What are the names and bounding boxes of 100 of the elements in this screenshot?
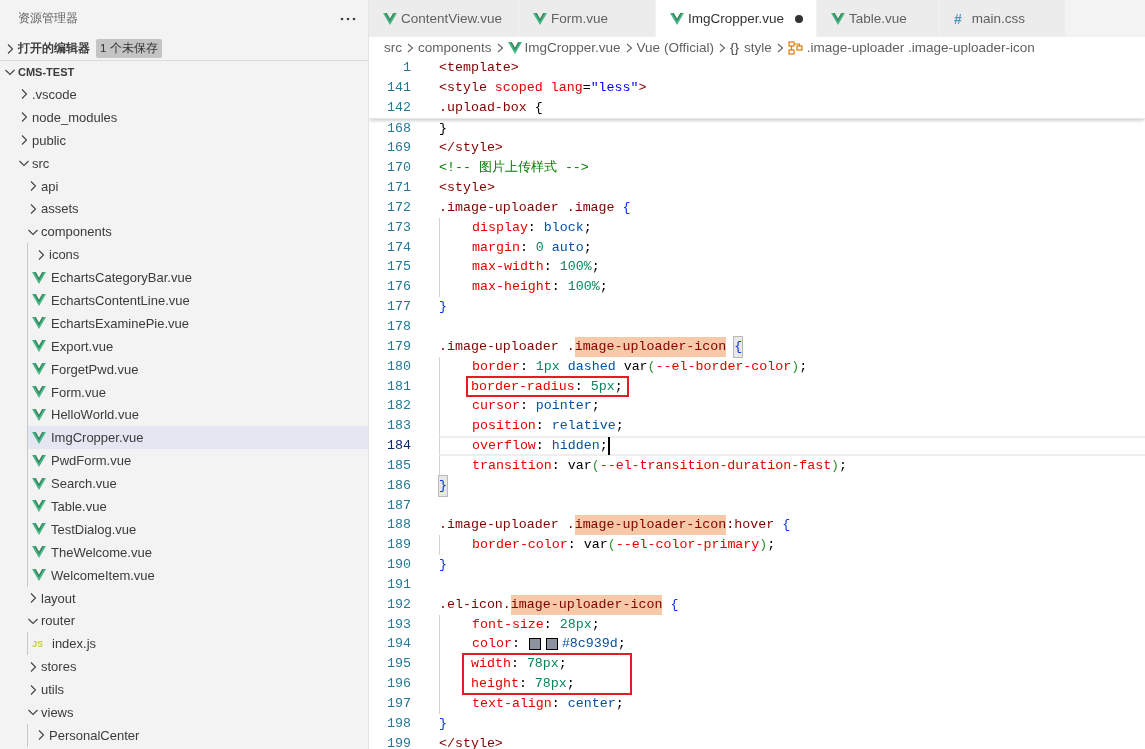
tree-file[interactable]: WelcomeItem.vue <box>28 563 368 587</box>
line-number: 195 <box>386 655 412 674</box>
breadcrumb-item[interactable]: ImgCropper.vue <box>507 40 621 55</box>
line-number: 176 <box>386 278 412 297</box>
tree-folder[interactable]: PersonalCenter <box>28 723 368 747</box>
line-number: 183 <box>386 417 412 436</box>
line-number: 141 <box>386 78 412 97</box>
tree-file[interactable]: EchartsExaminePie.vue <box>28 311 368 335</box>
unsaved-badge: 1 个未保存 <box>96 39 162 58</box>
tree-file[interactable]: TheWelcome.vue <box>28 540 368 564</box>
line-number: 186 <box>386 476 412 495</box>
tree-file[interactable]: TestDialog.vue <box>28 517 368 541</box>
code-line: } <box>439 475 1145 496</box>
tree-file[interactable]: EchartsContentLine.vue <box>28 289 368 312</box>
line-number: 192 <box>386 595 412 614</box>
tree-folder[interactable]: node_modules <box>0 105 368 129</box>
code-line: border-radius: 5px; <box>471 377 623 396</box>
v-shape-icon <box>32 546 46 559</box>
tree-folder[interactable]: components <box>1 220 368 244</box>
breadcrumb-item[interactable]: components <box>418 40 492 55</box>
v-shape-icon <box>831 12 845 25</box>
editor-tab[interactable]: Form.vue <box>519 0 655 37</box>
line-number: 190 <box>386 556 412 575</box>
project-folder[interactable]: CMS-TEST <box>18 66 75 78</box>
tree-file[interactable]: Form.vue <box>28 380 368 404</box>
tree-folder[interactable]: layout <box>1 586 368 610</box>
tree-file[interactable]: Search.vue <box>28 472 368 496</box>
line-number: 175 <box>386 258 412 277</box>
code-line: overflow: hidden; <box>439 436 1145 456</box>
v-shape-icon <box>32 294 46 307</box>
editor-tab[interactable]: ContentView.vue <box>369 0 518 37</box>
v-shape-icon <box>32 340 46 353</box>
editor-tab[interactable]: Table.vue <box>817 0 939 37</box>
code-line: margin: 0 auto; <box>439 237 1145 258</box>
code-line: } <box>439 714 448 733</box>
tree-folder[interactable]: src <box>0 151 368 175</box>
tree-file[interactable]: ImgCropper.vue <box>28 426 368 450</box>
code-line: display: block; <box>439 217 1145 238</box>
structure-icon <box>787 40 804 55</box>
code-line: </style> <box>439 139 504 158</box>
line-number: 198 <box>386 714 412 733</box>
v-shape-icon <box>507 41 522 54</box>
color-swatch[interactable] <box>545 638 558 651</box>
code-line: </style> <box>439 734 504 749</box>
line-number: 181 <box>386 377 412 396</box>
line-number: 196 <box>386 675 412 694</box>
line-number: 142 <box>386 98 412 117</box>
line-number: 172 <box>386 198 412 217</box>
tree-folder[interactable]: stores <box>1 655 368 679</box>
breadcrumb-item[interactable]: src <box>384 40 402 55</box>
tree-file[interactable]: Table.vue <box>28 495 368 518</box>
line-number: 170 <box>386 159 412 178</box>
line-number: 199 <box>386 734 412 749</box>
tree-file[interactable]: HelloWorld.vue <box>28 403 368 427</box>
v-shape-icon <box>32 569 46 582</box>
tree-folder[interactable]: assets <box>1 197 368 221</box>
tree-folder[interactable]: api <box>1 174 368 198</box>
code-line: border: 1px dashed var(--el-border-color); <box>439 356 1145 377</box>
tree-folder[interactable]: utils <box>1 678 368 702</box>
v-shape-icon <box>32 523 46 536</box>
tree-folder[interactable]: router <box>1 609 368 633</box>
code-line: font-size: 28px; <box>439 614 1145 635</box>
code-line: .image-uploader .image-uploader-icon:hover { <box>439 515 1145 536</box>
breadcrumb-item[interactable]: Vue (Official) <box>636 40 714 55</box>
code-line: height: 78px; <box>471 675 575 694</box>
line-number: 184 <box>386 437 412 456</box>
editor-tab[interactable]: ImgCropper.vue <box>656 0 816 37</box>
section-header[interactable]: 打开的编辑器 <box>18 41 90 56</box>
tree-folder[interactable]: .vscode <box>0 83 368 106</box>
tree-file[interactable]: PwdForm.vue <box>28 449 368 473</box>
line-number: 169 <box>386 139 412 158</box>
line-number: 179 <box>386 337 412 356</box>
code-line: color: #8c939d; <box>439 634 1145 655</box>
tree-file[interactable]: Export.vue <box>28 334 368 358</box>
tree-file[interactable]: ForgetPwd.vue <box>28 357 368 381</box>
tree-folder[interactable]: icons <box>28 243 368 267</box>
tree-file[interactable]: EchartsCategoryBar.vue <box>28 266 368 289</box>
v-shape-icon <box>32 500 46 513</box>
code-line: .image-uploader .image { <box>439 198 632 217</box>
line-number: 180 <box>386 357 412 376</box>
code-line: text-align: center; <box>439 694 1145 714</box>
tree-folder[interactable]: public <box>0 128 368 152</box>
line-number: 171 <box>386 179 412 198</box>
line-number: 193 <box>386 615 412 634</box>
panel-title: 资源管理器 <box>18 11 78 26</box>
line-number: 187 <box>386 496 412 515</box>
breadcrumb-item[interactable]: .image-uploader .image-uploader-icon <box>787 40 1035 55</box>
editor-tab[interactable]: # main.css <box>940 0 1065 37</box>
v-shape-icon <box>670 12 684 25</box>
line-number: 185 <box>386 456 412 475</box>
breadcrumb-item[interactable]: {} style <box>729 40 772 55</box>
line-number: 173 <box>386 218 412 237</box>
v-shape-icon <box>32 317 46 330</box>
code-line: width: 78px; <box>471 655 568 674</box>
tree-file[interactable]: JS index.js <box>28 632 368 656</box>
more-icon <box>340 16 356 21</box>
code-line: <style> <box>439 179 496 198</box>
tree-folder[interactable]: views <box>1 701 368 724</box>
color-swatch[interactable] <box>528 638 541 651</box>
v-shape-icon <box>383 12 397 25</box>
